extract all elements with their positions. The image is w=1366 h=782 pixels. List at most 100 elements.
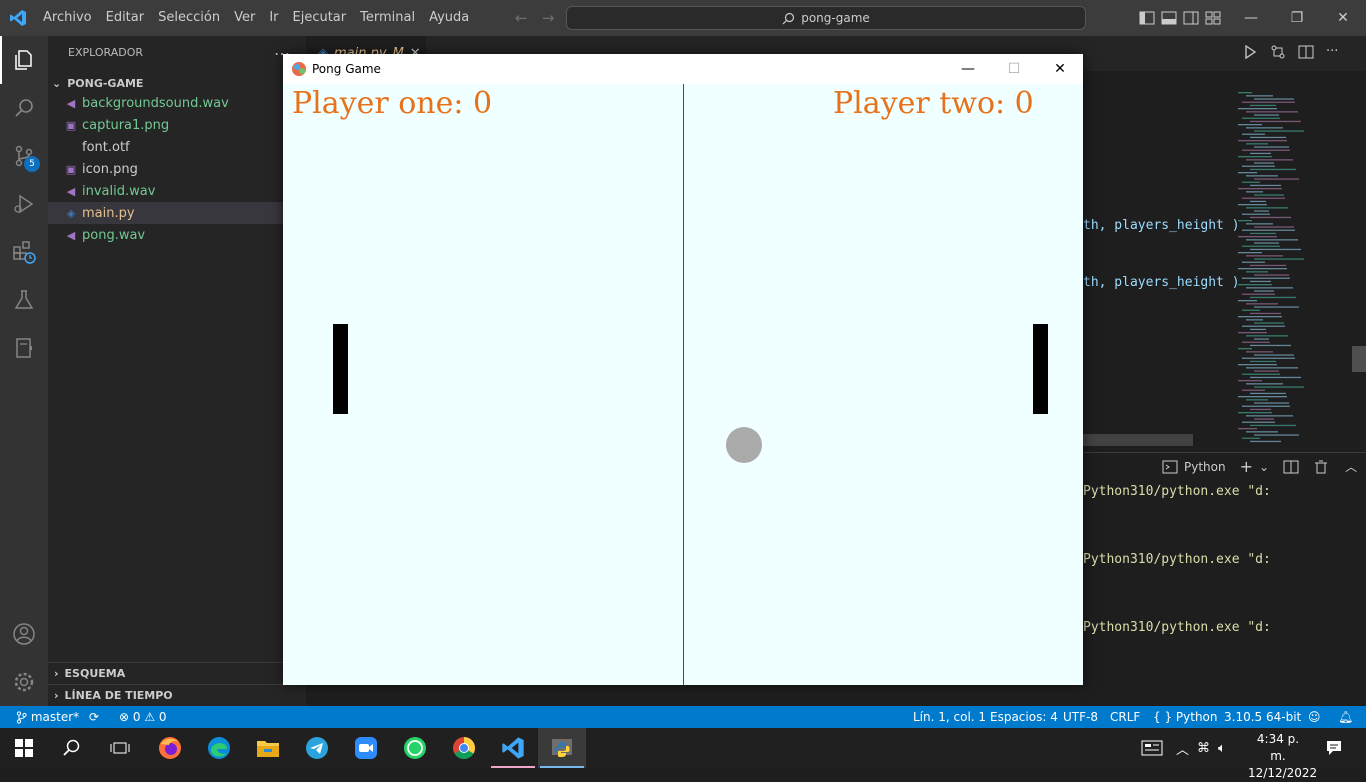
firefox-icon[interactable] xyxy=(146,728,194,768)
split-editor-icon[interactable] xyxy=(1298,44,1314,60)
file-item[interactable]: ◈main.pyM xyxy=(48,202,306,224)
minimap-line xyxy=(1238,156,1272,158)
encoding[interactable]: UTF-8 xyxy=(1063,706,1098,728)
terminal-label[interactable]: Python xyxy=(1184,460,1226,474)
minimap-line xyxy=(1242,197,1285,199)
minimap-line xyxy=(1242,357,1295,359)
explorer-icon[interactable] xyxy=(0,36,48,84)
minimap-line xyxy=(1238,204,1267,206)
extensions-icon[interactable] xyxy=(0,228,48,276)
minimize-icon[interactable]: — xyxy=(945,54,991,84)
search-icon[interactable] xyxy=(0,84,48,132)
task-view-icon[interactable] xyxy=(96,728,144,768)
file-item[interactable]: ◀ invalid.wav xyxy=(48,180,306,202)
toggle-secondary-sidebar-icon[interactable] xyxy=(1182,10,1200,26)
command-center-search[interactable]: pong-game xyxy=(566,6,1086,30)
branch-indicator[interactable]: master* xyxy=(16,706,79,728)
whatsapp-icon[interactable] xyxy=(391,728,439,768)
menu-ejecutar[interactable]: Ejecutar xyxy=(286,0,354,36)
menu-archivo[interactable]: Archivo xyxy=(36,0,99,36)
file-explorer-icon[interactable] xyxy=(244,728,292,768)
indentation[interactable]: Espacios: 4 xyxy=(990,706,1058,728)
pong-window-titlebar[interactable]: Pong Game — ☐ ✕ xyxy=(283,54,1083,84)
file-item[interactable]: ◀ backgroundsound.wav xyxy=(48,92,306,114)
file-item[interactable]: ◀ pong.wav xyxy=(48,224,306,246)
end-of-line[interactable]: CRLF xyxy=(1110,706,1140,728)
editor-actions: ··· xyxy=(1242,44,1338,60)
minimap-line xyxy=(1242,389,1265,391)
code-line-2: th, players_height ) xyxy=(1083,275,1240,290)
vertical-scrollbar-thumb[interactable] xyxy=(1352,346,1366,372)
gear-icon[interactable] xyxy=(0,658,48,706)
close-icon[interactable]: ✕ xyxy=(1320,0,1366,36)
chevron-up-icon[interactable]: ︿ xyxy=(1176,739,1189,758)
horizontal-scrollbar[interactable] xyxy=(1083,434,1193,446)
back-arrow-icon[interactable]: ← xyxy=(515,9,528,27)
language-mode[interactable]: { } Python xyxy=(1153,706,1218,728)
notifications-icon[interactable] xyxy=(1310,728,1358,768)
new-terminal-icon[interactable]: + xyxy=(1240,457,1253,476)
restore-icon[interactable]: ❐ xyxy=(1274,0,1320,36)
maximize-icon[interactable]: ☐ xyxy=(991,54,1037,84)
file-item[interactable]: ▣ captura1.png xyxy=(48,114,306,136)
testing-flask-icon[interactable] xyxy=(0,276,48,324)
menu-editar[interactable]: Editar xyxy=(99,0,152,36)
minimap[interactable] xyxy=(1232,92,1356,450)
timeline-section[interactable]: › LÍNEA DE TIEMPO xyxy=(48,684,306,706)
outline-section[interactable]: › ESQUEMA xyxy=(48,662,306,684)
file-item[interactable]: font.otf xyxy=(48,136,306,158)
forward-arrow-icon[interactable]: → xyxy=(542,9,555,27)
split-terminal-icon[interactable] xyxy=(1283,459,1299,475)
chevron-down-icon[interactable]: ⌄ xyxy=(1259,460,1269,474)
volume-icon[interactable]: 🔈︎ xyxy=(1218,741,1226,756)
toggle-panel-icon[interactable] xyxy=(1160,10,1178,26)
telegram-icon[interactable] xyxy=(293,728,341,768)
file-item[interactable]: ▣ icon.png xyxy=(48,158,306,180)
problems-indicator[interactable]: ⊗ 0 ⚠ 0 xyxy=(119,706,167,728)
vscode-taskbar-icon[interactable] xyxy=(489,728,537,768)
sync-icon[interactable]: ⟳ xyxy=(89,706,99,728)
maximize-panel-icon[interactable]: ︿ xyxy=(1345,458,1357,475)
source-control-icon[interactable]: 5 xyxy=(0,132,48,180)
menu-terminal[interactable]: Terminal xyxy=(353,0,422,36)
edge-icon[interactable] xyxy=(195,728,243,768)
chrome-icon[interactable] xyxy=(440,728,488,768)
search-icon[interactable] xyxy=(48,728,96,768)
more-actions-icon[interactable]: ··· xyxy=(1326,44,1338,60)
folder-pong-game[interactable]: ⌄ PONG-GAME xyxy=(52,72,306,94)
cursor-position[interactable]: Lín. 1, col. 1 xyxy=(913,706,986,728)
minimap-line xyxy=(1238,300,1257,302)
minimap-line xyxy=(1250,344,1291,347)
zoom-icon[interactable] xyxy=(342,728,390,768)
menu-ir[interactable]: Ir xyxy=(262,0,285,36)
minimap-line xyxy=(1238,172,1257,174)
minimap-line xyxy=(1250,248,1301,251)
keyboard-layout-icon[interactable] xyxy=(1128,728,1176,768)
windows-start-icon[interactable] xyxy=(0,728,48,768)
clock[interactable]: 4:34 p. m. 12/12/2022 xyxy=(1248,731,1317,782)
feedback-icon[interactable]: ☺ xyxy=(1308,706,1321,728)
python-interpreter[interactable]: 3.10.5 64-bit xyxy=(1224,706,1301,728)
network-icon[interactable]: ⌘ xyxy=(1197,741,1210,756)
close-icon[interactable]: ✕ xyxy=(1037,54,1083,84)
run-icon[interactable] xyxy=(1242,44,1258,60)
compare-changes-icon[interactable] xyxy=(1270,44,1286,60)
menu-ayuda[interactable]: Ayuda xyxy=(422,0,476,36)
minimap-line xyxy=(1250,120,1301,123)
remote-explorer-icon[interactable] xyxy=(0,324,48,372)
bell-icon[interactable]: 🔔︎ xyxy=(1338,706,1353,728)
menu-ver[interactable]: Ver xyxy=(227,0,262,36)
account-icon[interactable] xyxy=(0,610,48,658)
minimize-icon[interactable]: — xyxy=(1228,0,1274,36)
minimap-line xyxy=(1250,232,1276,235)
game-canvas[interactable]: Player one: 0 Player two: 0 xyxy=(283,84,1083,685)
terminal-line-1: Python310/python.exe "d: xyxy=(1083,484,1271,499)
python-taskbar-icon[interactable] xyxy=(538,728,586,768)
customize-layout-icon[interactable] xyxy=(1204,10,1222,26)
minimap-line xyxy=(1246,159,1293,161)
center-net-line xyxy=(683,84,684,685)
toggle-sidebar-icon[interactable] xyxy=(1138,10,1156,26)
trash-icon[interactable] xyxy=(1313,459,1329,475)
run-debug-icon[interactable] xyxy=(0,180,48,228)
menu-seleccion[interactable]: Selección xyxy=(151,0,227,36)
